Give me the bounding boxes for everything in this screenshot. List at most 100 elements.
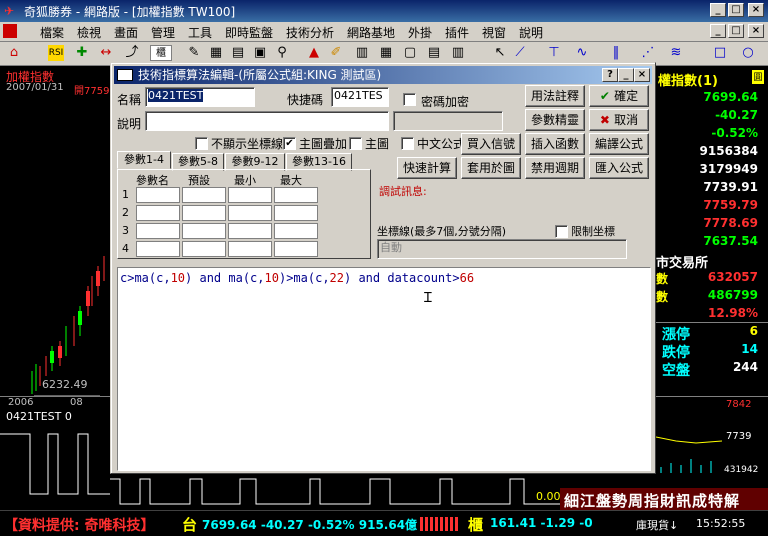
hline-icon[interactable]: ⊤ (546, 45, 562, 61)
rect-icon[interactable]: □ (712, 45, 728, 61)
param2-default[interactable] (182, 205, 226, 221)
doc-icon[interactable] (3, 24, 17, 38)
chart-icon[interactable]: ▦ (208, 45, 224, 61)
child-minimize-button[interactable]: _ (710, 24, 726, 38)
layout-icon[interactable]: ▤ (426, 45, 442, 61)
chinese-checkbox[interactable] (401, 137, 414, 150)
gui-values: 161.41 -1.29 -0 (490, 516, 593, 530)
param4-min[interactable] (228, 241, 272, 257)
channel-icon[interactable]: ≋ (668, 45, 684, 61)
wave-icon[interactable]: ∿ (574, 45, 590, 61)
warning-icon[interactable]: ▲ (306, 45, 322, 61)
maximize-button[interactable]: □ (728, 3, 744, 17)
formula-code-editor[interactable]: c>ma(c,10) and ma(c,10)>ma(c,22) and dat… (117, 267, 651, 471)
dialog-help-button[interactable]: ? (602, 68, 618, 82)
compile-button[interactable]: 編譯公式 (589, 133, 649, 155)
ok-button[interactable]: ✔ 確定 (589, 85, 649, 107)
param3-name[interactable] (136, 223, 180, 239)
pencil-icon[interactable]: ✎ (186, 45, 202, 61)
param2-name[interactable] (136, 205, 180, 221)
hotkey-input[interactable]: 0421TES (331, 87, 389, 107)
stat-value-3: 12.98% (708, 306, 758, 320)
param-wizard-button[interactable]: 參數精靈 (525, 109, 585, 131)
trend-icon[interactable]: ⤴ (124, 45, 140, 61)
table-icon[interactable]: ▥ (354, 45, 370, 61)
param1-max[interactable] (274, 187, 318, 203)
minimize-button[interactable]: _ (710, 3, 726, 17)
menu-tech[interactable]: 技術分析 (286, 24, 334, 41)
row-label-4: 4 (122, 242, 129, 255)
apply-to-chart-button[interactable]: 套用於圖 (461, 157, 521, 179)
menu-monitor[interactable]: 即時監盤 (225, 24, 273, 41)
cursor-icon[interactable]: ↖ (492, 45, 508, 61)
cancel-button[interactable]: ✖ 取消 (589, 109, 649, 131)
split-icon[interactable]: ▥ (450, 45, 466, 61)
menu-file[interactable]: 檔案 (40, 24, 64, 41)
quote-icon[interactable]: 圓 (752, 70, 764, 84)
bottom-value: 0.00 (536, 490, 561, 503)
menu-plugin[interactable]: 外掛 (408, 24, 432, 41)
chinese-label: 中文公式 (417, 137, 466, 151)
news-marquee[interactable]: 細江盤勢周指財訊成特解 (560, 488, 768, 510)
dialog-minimize-button[interactable]: _ (618, 68, 634, 82)
fan-icon[interactable]: ⋰ (640, 45, 656, 61)
name-input[interactable]: 0421TEST (145, 87, 255, 107)
menu-addon[interactable]: 插件 (445, 24, 469, 41)
line-icon[interactable]: ⟋ (512, 45, 528, 61)
axis-input[interactable]: 自動 (377, 239, 627, 259)
import-formula-button[interactable]: 匯入公式 (589, 157, 649, 179)
close-button[interactable]: × (748, 3, 764, 17)
param1-min[interactable] (228, 187, 272, 203)
buy-signal-button[interactable]: 買入信號 (461, 133, 521, 155)
rsi-icon[interactable]: RSI (48, 45, 64, 61)
menu-tools[interactable]: 工具 (188, 24, 212, 41)
param3-min[interactable] (228, 223, 272, 239)
cur-label: 庫現貨↓ (636, 519, 679, 532)
param1-default[interactable] (182, 187, 226, 203)
param4-default[interactable] (182, 241, 226, 257)
name-label: 名稱 (117, 93, 142, 107)
param2-min[interactable] (228, 205, 272, 221)
menu-help[interactable]: 說明 (519, 24, 543, 41)
password-checkbox[interactable] (403, 93, 416, 106)
disable-period-button[interactable]: 禁用週期 (525, 157, 585, 179)
param2-max[interactable] (274, 205, 318, 221)
overlay-checkbox[interactable]: ✔ (283, 137, 296, 150)
price-chart[interactable]: 加權指數 2007/01/31 開7759 6232.49 2006 08 04… (0, 66, 110, 510)
window-icon[interactable]: ▢ (402, 45, 418, 61)
menu-screen[interactable]: 畫面 (114, 24, 138, 41)
arrows-icon[interactable]: ↔ (98, 45, 114, 61)
menu-view[interactable]: 檢視 (77, 24, 101, 41)
child-restore-button[interactable]: □ (728, 24, 744, 38)
param1-name[interactable] (136, 187, 180, 203)
period-select-icon[interactable]: 櫃 (150, 45, 172, 61)
insert-function-button[interactable]: 插入函數 (525, 133, 585, 155)
dialog-close-button[interactable]: × (634, 68, 650, 82)
home-icon[interactable]: ⌂ (6, 45, 22, 61)
book-icon[interactable]: ▤ (230, 45, 246, 61)
menu-window[interactable]: 視窗 (482, 24, 506, 41)
hide-axis-checkbox[interactable] (195, 137, 208, 150)
param3-max[interactable] (274, 223, 318, 239)
cross-icon[interactable]: ✚ (74, 45, 90, 61)
desc-extra-input[interactable] (393, 111, 503, 131)
menu-manage[interactable]: 管理 (151, 24, 175, 41)
circle-icon[interactable]: ○ (740, 45, 756, 61)
param4-max[interactable] (274, 241, 318, 257)
menu-network[interactable]: 網路基地 (347, 24, 395, 41)
param4-name[interactable] (136, 241, 180, 257)
param3-default[interactable] (182, 223, 226, 239)
main-chart-checkbox[interactable] (349, 137, 362, 150)
screen-icon[interactable]: ▣ (252, 45, 268, 61)
desc-input[interactable] (145, 111, 389, 131)
search-icon[interactable]: ⚲ (274, 45, 290, 61)
usage-button[interactable]: 用法註釋 (525, 85, 585, 107)
draw-icon[interactable]: ✐ (328, 45, 344, 61)
tab-params-1-4[interactable]: 參數1-4 (117, 151, 171, 169)
grid-icon[interactable]: ▦ (378, 45, 394, 61)
bars-icon[interactable]: ‖ (608, 45, 624, 61)
dialog-icon (117, 69, 133, 81)
limit-axis-checkbox[interactable] (555, 225, 568, 238)
quick-calc-button[interactable]: 快速計算 (397, 157, 457, 179)
child-close-button[interactable]: × (748, 24, 764, 38)
